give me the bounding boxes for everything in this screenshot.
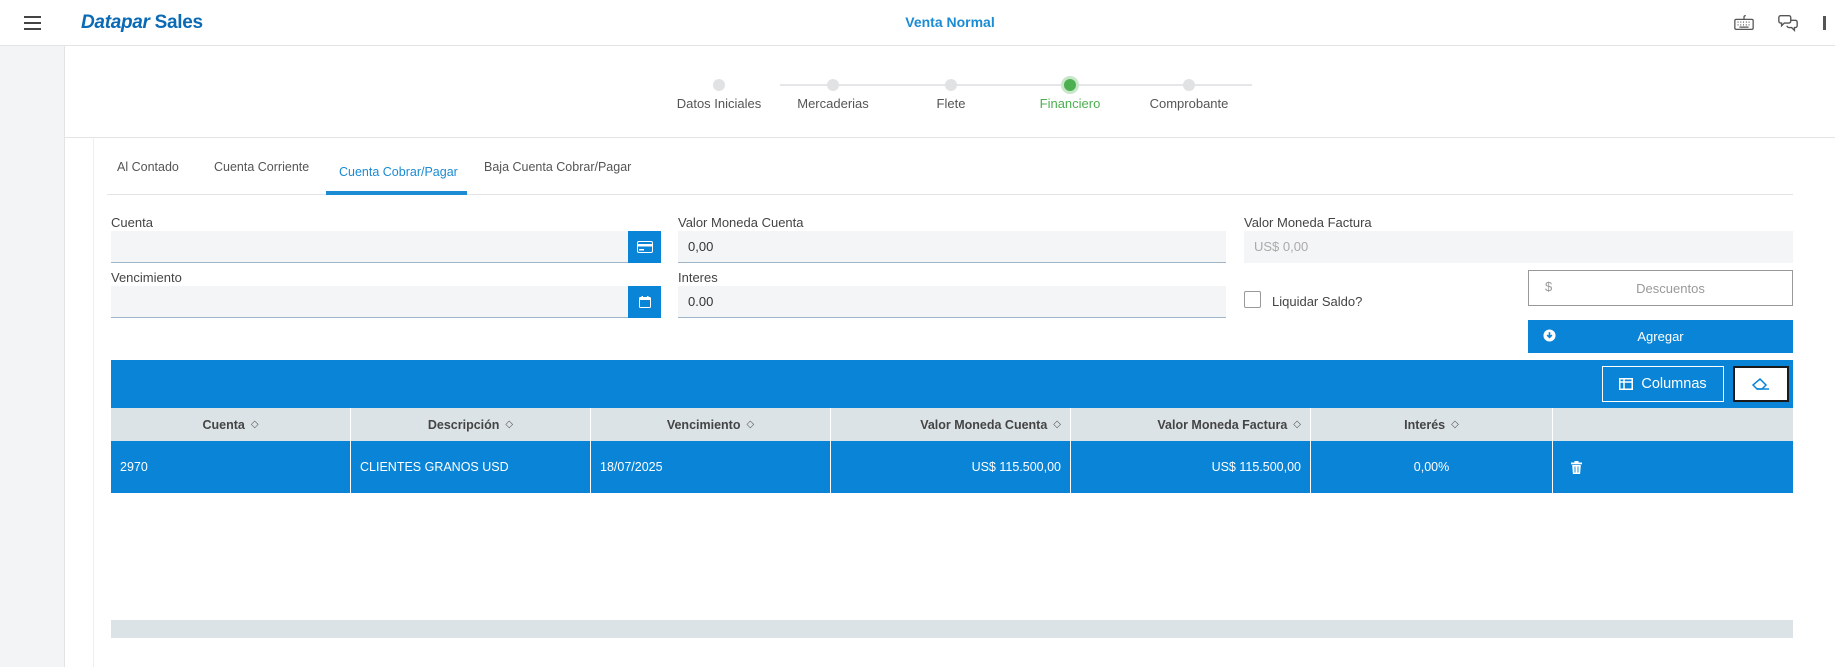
cell-descripcion: CLIENTES GRANOS USD [351, 441, 591, 493]
more-icon[interactable] [1821, 12, 1827, 34]
sort-icon: ◇ [1451, 419, 1459, 430]
step-mercaderias[interactable]: Mercaderias [773, 76, 893, 111]
column-header-interes[interactable]: Interés ◇ [1311, 408, 1553, 441]
step-label: Mercaderias [797, 96, 869, 111]
interes-field[interactable]: 0.00 [678, 286, 1226, 318]
sort-icon: ◇ [1293, 419, 1301, 430]
step-label: Datos Iniciales [676, 96, 762, 111]
column-title: Vencimiento [666, 417, 741, 432]
step-financiero[interactable]: Financiero [1010, 76, 1130, 111]
calendar-icon [638, 296, 651, 308]
active-tab-indicator [326, 191, 467, 195]
column-header-actions [1553, 408, 1793, 441]
cell-cuenta: 2970 [111, 441, 351, 493]
sort-icon: ◇ [1053, 419, 1061, 430]
cuenta-label: Cuenta [111, 215, 153, 230]
cell-actions [1553, 441, 1793, 493]
column-title: Valor Moneda Factura [1157, 417, 1288, 432]
cell-interes: 0,00% [1311, 441, 1553, 493]
valor-moneda-factura-label: Valor Moneda Factura [1244, 215, 1372, 230]
download-circle-icon [1543, 329, 1556, 342]
progress-stepper: Datos Iniciales Mercaderias Flete Financ… [65, 46, 1835, 138]
grid-scrollbar[interactable] [111, 620, 1793, 638]
sort-icon: ◇ [746, 419, 755, 430]
descuentos-input[interactable]: $ Descuentos [1528, 270, 1793, 306]
step-label: Comprobante [1149, 96, 1229, 111]
hamburger-menu-icon[interactable] [0, 0, 65, 46]
grid-toolbar: Columnas [111, 360, 1793, 408]
column-header-valor-moneda-cuenta[interactable]: Valor Moneda Cuenta ◇ [831, 408, 1071, 441]
column-header-vencimiento[interactable]: Vencimiento ◇ [591, 408, 831, 441]
chat-icon[interactable] [1777, 12, 1799, 34]
column-header-valor-moneda-factura[interactable]: Valor Moneda Factura ◇ [1071, 408, 1311, 441]
column-title: Interés [1404, 417, 1446, 432]
tab-bar: Al Contado Cuenta Corriente Cuenta Cobra… [107, 138, 1793, 195]
step-dot [945, 79, 957, 91]
step-label: Financiero [1039, 96, 1101, 111]
keyboard-icon[interactable] [1733, 12, 1755, 34]
column-title: Valor Moneda Cuenta [920, 417, 1048, 432]
card-icon [636, 241, 653, 253]
columnas-label: Columnas [1641, 376, 1707, 392]
agregar-label: Agregar [1637, 329, 1684, 344]
tab-cuenta-corriente[interactable]: Cuenta Corriente [214, 160, 309, 174]
column-header-cuenta[interactable]: Cuenta ◇ [111, 408, 351, 441]
cell-valor-moneda-factura: US$ 115.500,00 [1071, 441, 1311, 493]
valor-moneda-cuenta-field[interactable]: 0,00 [678, 231, 1226, 263]
eraser-icon [1752, 378, 1769, 390]
top-bar: Datapar Sales Venta Normal [65, 0, 1835, 46]
sort-icon: ◇ [505, 419, 514, 430]
step-label: Flete [936, 96, 966, 111]
agregar-button[interactable]: Agregar [1528, 320, 1793, 353]
cuenta-field[interactable] [111, 231, 628, 263]
cell-vencimiento: 18/07/2025 [591, 441, 831, 493]
step-comprobante[interactable]: Comprobante [1129, 76, 1249, 111]
column-title: Descripción [427, 417, 500, 432]
descuentos-placeholder: Descuentos [1636, 281, 1705, 296]
cell-valor-moneda-cuenta: US$ 115.500,00 [831, 441, 1071, 493]
liquidar-saldo-label: Liquidar Saldo? [1272, 294, 1363, 309]
columns-icon [1619, 378, 1634, 390]
column-title: Cuenta [202, 417, 245, 432]
step-flete[interactable]: Flete [891, 76, 1011, 111]
vencimiento-field[interactable] [111, 286, 628, 318]
tab-cuenta-cobrar-pagar[interactable]: Cuenta Cobrar/Pagar [339, 165, 458, 179]
valor-moneda-cuenta-label: Valor Moneda Cuenta [678, 215, 804, 230]
trash-icon[interactable] [1571, 460, 1582, 474]
tab-al-contado[interactable]: Al Contado [117, 160, 179, 174]
interes-label: Interes [678, 270, 718, 285]
step-datos-iniciales[interactable]: Datos Iniciales [659, 76, 779, 111]
left-sidebar [0, 0, 65, 667]
valor-moneda-factura-field: US$ 0,00 [1244, 231, 1793, 263]
vencimiento-label: Vencimiento [111, 270, 182, 285]
step-dot [827, 79, 839, 91]
clear-filters-button[interactable] [1733, 366, 1789, 402]
liquidar-saldo-checkbox[interactable] [1244, 291, 1261, 308]
tab-baja-cuenta-cobrar-pagar[interactable]: Baja Cuenta Cobrar/Pagar [484, 160, 631, 174]
columnas-button[interactable]: Columnas [1602, 366, 1724, 402]
vencimiento-calendar-button[interactable] [628, 286, 661, 318]
page-title: Venta Normal [905, 14, 995, 30]
table-row[interactable]: 2970 CLIENTES GRANOS USD 18/07/2025 US$ … [111, 441, 1793, 493]
grid-header: Cuenta ◇ Descripción ◇ Vencimiento ◇ Valor … [111, 408, 1793, 441]
step-dot-active [1061, 76, 1079, 94]
step-dot [1183, 79, 1195, 91]
sort-icon: ◇ [250, 419, 259, 430]
step-dot [713, 79, 725, 91]
cuenta-search-button[interactable] [628, 231, 661, 263]
column-header-descripcion[interactable]: Descripción ◇ [351, 408, 591, 441]
